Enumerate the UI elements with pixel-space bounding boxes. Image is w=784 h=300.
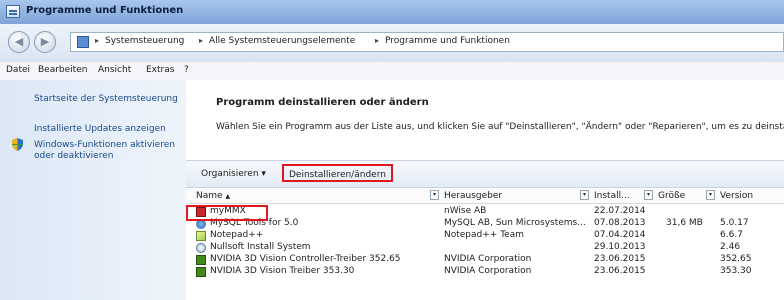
column-filter-dropdown-icon[interactable]: ▾ — [644, 190, 653, 200]
program-publisher: Notepad++ Team — [444, 230, 524, 240]
program-name: NVIDIA 3D Vision Controller-Treiber 352.… — [210, 254, 401, 264]
menu-extras[interactable]: Extras — [146, 65, 174, 75]
program-publisher: MySQL AB, Sun Microsystems... — [444, 218, 586, 228]
program-name: NVIDIA 3D Vision Treiber 353.30 — [210, 266, 355, 276]
sidebar: Startseite der Systemsteuerung Installie… — [0, 80, 186, 300]
sidebar-link-features-line2[interactable]: oder deaktivieren — [34, 151, 113, 162]
breadcrumb-programme[interactable]: Programme und Funktionen — [385, 36, 510, 46]
chevron-down-icon: ▾ — [261, 169, 266, 179]
column-filter-dropdown-icon[interactable]: ▾ — [580, 190, 589, 200]
program-publisher: NVIDIA Corporation — [444, 254, 532, 264]
column-size[interactable]: Größe — [658, 191, 685, 201]
menu-bearbeiten[interactable]: Bearbeiten — [38, 65, 87, 75]
control-panel-icon — [77, 36, 89, 48]
window-title: Programme und Funktionen — [26, 5, 184, 16]
column-name[interactable]: Name ▲ — [196, 191, 230, 201]
sort-arrow-icon: ▲ — [225, 193, 231, 200]
column-name-label: Name — [196, 191, 223, 201]
address-bar[interactable]: ▸ Systemsteuerung ▸ Alle Systemsteuerung… — [70, 32, 784, 52]
column-header-row: Name ▲ ▾ Herausgeber ▾ Install... ▾ Größ… — [186, 189, 784, 204]
program-name: Notepad++ — [210, 230, 264, 240]
table-row[interactable]: NVIDIA 3D Vision Controller-Treiber 352.… — [186, 254, 784, 266]
program-version: 6.6.7 — [720, 230, 743, 240]
nvidia-icon — [196, 267, 206, 277]
nullsoft-icon — [196, 243, 206, 253]
breadcrumb-separator-icon[interactable]: ▸ — [95, 36, 99, 45]
column-publisher[interactable]: Herausgeber — [444, 191, 502, 201]
sidebar-link-features[interactable]: Windows-Funktionen aktivieren — [34, 140, 175, 151]
program-installed: 22.07.2014 — [594, 206, 646, 216]
page-description: Wählen Sie ein Programm aus der Liste au… — [216, 122, 784, 132]
sidebar-link-home[interactable]: Startseite der Systemsteuerung — [34, 94, 178, 105]
program-installed: 07.04.2014 — [594, 230, 646, 240]
uninstall-change-button[interactable]: Deinstallieren/ändern — [282, 164, 393, 182]
column-filter-dropdown-icon[interactable]: ▾ — [706, 190, 715, 200]
navigation-bar: ◀ ▶ ▸ Systemsteuerung ▸ Alle Systemsteue… — [0, 24, 784, 63]
main-panel: Programm deinstallieren oder ändern Wähl… — [186, 80, 784, 300]
program-installed: 29.10.2013 — [594, 242, 646, 252]
table-row[interactable]: MySQL Tools for 5.0 MySQL AB, Sun Micros… — [186, 218, 784, 230]
menu-help[interactable]: ? — [184, 65, 189, 75]
column-filter-dropdown-icon[interactable]: ▾ — [430, 190, 439, 200]
table-row[interactable]: Nullsoft Install System 29.10.2013 2.46 — [186, 242, 784, 254]
notepad-icon — [196, 231, 206, 241]
column-installed[interactable]: Install... — [594, 191, 630, 201]
breadcrumb-separator-icon[interactable]: ▸ — [375, 36, 379, 45]
back-arrow-icon[interactable]: ◀ — [8, 31, 30, 53]
program-installed: 07.08.2013 — [594, 218, 646, 228]
selection-highlight — [186, 205, 268, 221]
program-size: 31,6 MB — [666, 218, 703, 228]
menu-datei[interactable]: Datei — [6, 65, 30, 75]
organize-label: Organisieren — [201, 169, 259, 179]
column-version[interactable]: Version — [720, 191, 753, 201]
sidebar-link-updates[interactable]: Installierte Updates anzeigen — [34, 124, 166, 135]
breadcrumb-separator-icon[interactable]: ▸ — [199, 36, 203, 45]
table-row[interactable]: NVIDIA 3D Vision Treiber 353.30 NVIDIA C… — [186, 266, 784, 278]
forward-arrow-icon[interactable]: ▶ — [34, 31, 56, 53]
program-version: 5.0.17 — [720, 218, 749, 228]
program-publisher: nWise AB — [444, 206, 487, 216]
menu-bar: Datei Bearbeiten Ansicht Extras ? — [0, 62, 784, 81]
table-row[interactable]: Notepad++ Notepad++ Team 07.04.2014 6.6.… — [186, 230, 784, 242]
organize-button[interactable]: Organisieren ▾ — [201, 169, 266, 179]
control-panel-icon — [6, 5, 20, 18]
breadcrumb-alle-elemente[interactable]: Alle Systemsteuerungselemente — [209, 36, 355, 46]
nvidia-icon — [196, 255, 206, 265]
breadcrumb-systemsteuerung[interactable]: Systemsteuerung — [105, 36, 184, 46]
table-row[interactable]: myMMX nWise AB 22.07.2014 — [186, 206, 784, 218]
page-title: Programm deinstallieren oder ändern — [216, 97, 429, 108]
program-version: 353.30 — [720, 266, 752, 276]
command-toolbar: Organisieren ▾ Deinstallieren/ändern — [186, 160, 784, 188]
program-version: 352.65 — [720, 254, 752, 264]
menu-ansicht[interactable]: Ansicht — [98, 65, 131, 75]
program-publisher: NVIDIA Corporation — [444, 266, 532, 276]
title-bar: Programme und Funktionen — [0, 0, 784, 24]
program-version: 2.46 — [720, 242, 741, 252]
shield-icon — [12, 138, 23, 151]
program-installed: 23.06.2015 — [594, 254, 646, 264]
program-name: Nullsoft Install System — [210, 242, 311, 252]
program-installed: 23.06.2015 — [594, 266, 646, 276]
